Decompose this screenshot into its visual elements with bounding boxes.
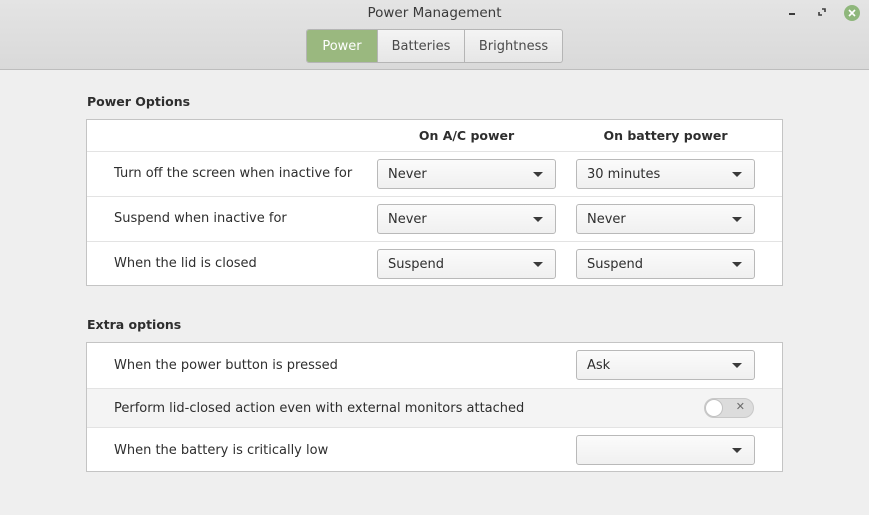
suspend-label: Suspend when inactive for	[114, 211, 287, 226]
tab-power[interactable]: Power	[307, 30, 378, 62]
dropdown-value: Ask	[587, 357, 611, 373]
minimize-button[interactable]	[783, 4, 801, 22]
dropdown-value: Suspend	[388, 256, 445, 272]
power-button-label: When the power button is pressed	[114, 358, 338, 373]
maximize-button[interactable]	[813, 4, 831, 22]
dropdown-arrow-icon	[533, 217, 543, 222]
tab-batteries[interactable]: Batteries	[378, 30, 465, 62]
dropdown-arrow-icon	[533, 172, 543, 177]
extra-options-title: Extra options	[87, 317, 182, 332]
screen-off-label: Turn off the screen when inactive for	[114, 166, 353, 181]
dropdown-value: Suspend	[587, 256, 644, 272]
battery-critical-dropdown[interactable]	[576, 435, 755, 465]
dropdown-value: Never	[388, 211, 427, 227]
battery-critical-row: When the battery is critically low	[87, 427, 782, 471]
extra-options-frame: When the power button is pressed Ask Per…	[86, 342, 783, 472]
power-options-frame: On A/C power On battery power Turn off t…	[86, 119, 783, 286]
screen-off-row: Turn off the screen when inactive for Ne…	[87, 151, 782, 196]
tab-brightness[interactable]: Brightness	[465, 30, 562, 62]
lid-closed-ac-dropdown[interactable]: Suspend	[377, 249, 556, 279]
dropdown-arrow-icon	[732, 363, 742, 368]
screen-off-battery-dropdown[interactable]: 30 minutes	[576, 159, 755, 189]
dropdown-value: Never	[388, 166, 427, 182]
lid-closed-label: When the lid is closed	[114, 256, 257, 271]
window-title: Power Management	[367, 5, 502, 21]
dropdown-arrow-icon	[732, 217, 742, 222]
close-button[interactable]	[843, 4, 861, 22]
lid-external-label: Perform lid-closed action even with exte…	[114, 401, 525, 416]
suspend-row: Suspend when inactive for Never Never	[87, 196, 782, 241]
close-icon	[844, 5, 860, 21]
maximize-icon	[817, 6, 827, 21]
power-management-window: Power Management Power Batteries Brightn…	[0, 0, 869, 515]
dropdown-arrow-icon	[533, 262, 543, 267]
tab-bar: Power Batteries Brightness	[306, 29, 563, 63]
battery-critical-label: When the battery is critically low	[114, 443, 329, 458]
dropdown-value: 30 minutes	[587, 166, 661, 182]
toggle-off-icon: ✕	[735, 400, 745, 413]
lid-closed-battery-dropdown[interactable]: Suspend	[576, 249, 755, 279]
dropdown-arrow-icon	[732, 172, 742, 177]
power-button-row: When the power button is pressed Ask	[87, 343, 782, 388]
toggle-knob	[705, 399, 723, 417]
dropdown-arrow-icon	[732, 448, 742, 453]
suspend-ac-dropdown[interactable]: Never	[377, 204, 556, 234]
lid-external-row: Perform lid-closed action even with exte…	[87, 388, 782, 427]
power-options-title: Power Options	[87, 94, 191, 109]
power-button-dropdown[interactable]: Ask	[576, 350, 755, 380]
column-battery-header: On battery power	[603, 128, 728, 143]
suspend-battery-dropdown[interactable]: Never	[576, 204, 755, 234]
lid-external-toggle[interactable]: ✕	[704, 398, 754, 418]
dropdown-value: Never	[587, 211, 626, 227]
lid-closed-row: When the lid is closed Suspend Suspend	[87, 241, 782, 285]
minimize-icon	[787, 6, 797, 21]
column-header-row: On A/C power On battery power	[87, 120, 782, 151]
dropdown-arrow-icon	[732, 262, 742, 267]
column-ac-header: On A/C power	[418, 128, 515, 143]
screen-off-ac-dropdown[interactable]: Never	[377, 159, 556, 189]
header-bar: Power Management Power Batteries Brightn…	[0, 0, 869, 70]
